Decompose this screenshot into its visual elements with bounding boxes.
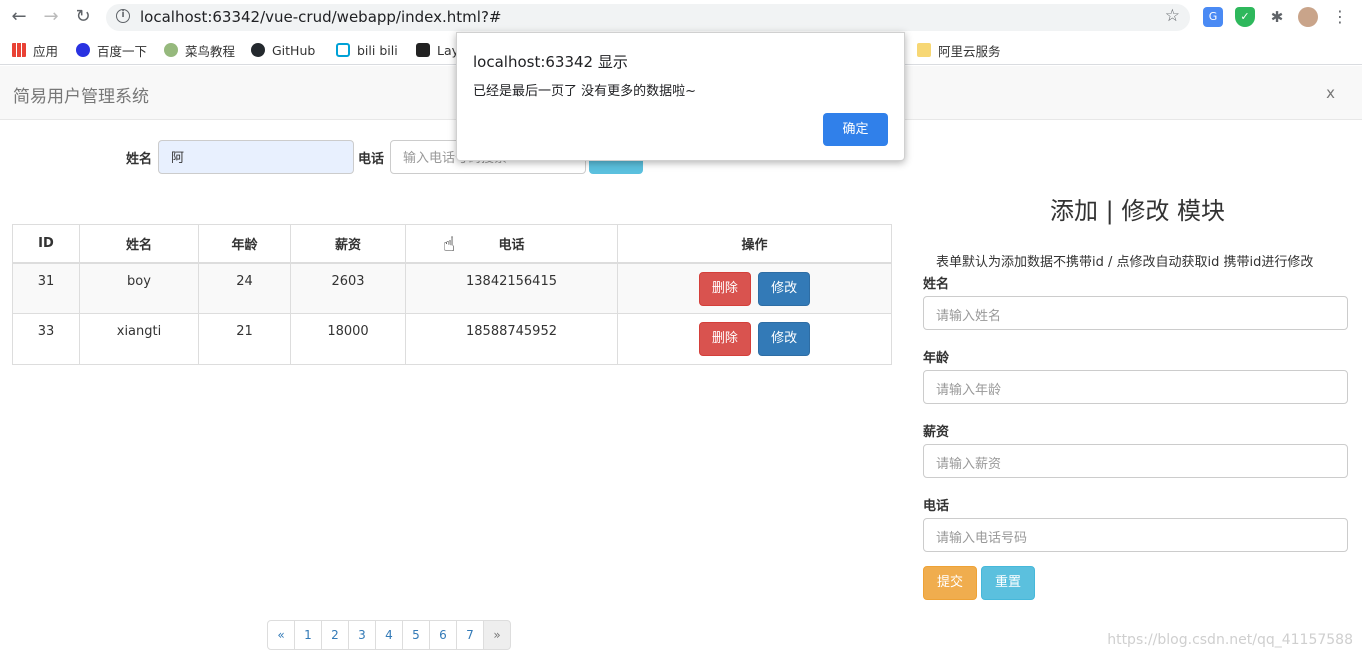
col-header-phone: 电话	[405, 224, 618, 264]
alert-dialog: localhost:63342 显示 已经是最后一页了 没有更多的数据啦~ 确定	[456, 32, 905, 161]
cell-age: 24	[198, 262, 291, 314]
col-header-salary: 薪资	[290, 224, 406, 264]
cell-salary: 2603	[290, 262, 406, 314]
edit-button[interactable]: 修改	[758, 271, 811, 306]
col-header-age: 年龄	[198, 224, 291, 264]
dialog-title: localhost:63342 显示	[473, 53, 628, 71]
app-brand[interactable]: 简易用户管理系统	[13, 82, 149, 107]
cell-actions: 删除 修改	[617, 262, 892, 314]
col-header-name: 姓名	[79, 224, 199, 264]
search-name-label: 姓名	[126, 152, 153, 167]
bookmark-label: 应用	[33, 43, 59, 59]
bookmark-label: 菜鸟教程	[185, 43, 236, 59]
watermark: https://blog.csdn.net/qq_41157588	[1107, 632, 1353, 648]
placeholder-text: 请输入年龄	[936, 383, 1002, 398]
bilibili-icon	[336, 43, 350, 57]
page-button-2[interactable]: 2	[321, 620, 349, 650]
placeholder-text: 请输入薪资	[936, 457, 1002, 472]
info-icon[interactable]: i	[116, 9, 130, 23]
close-button[interactable]: x	[1326, 84, 1335, 102]
col-header-actions: 操作	[617, 224, 892, 264]
bookmark-runoob[interactable]: 菜鸟教程	[164, 41, 235, 59]
cell-age: 21	[198, 313, 291, 365]
github-icon	[251, 43, 265, 57]
bookmark-star-icon[interactable]: ☆	[1165, 6, 1180, 26]
delete-button[interactable]: 删除	[698, 322, 751, 356]
extensions-puzzle-icon[interactable]: ✱	[1267, 7, 1287, 27]
dialog-message: 已经是最后一页了 没有更多的数据啦~	[473, 84, 697, 99]
hand-cursor-icon: ☝	[443, 232, 456, 256]
form-salary-input[interactable]: 请输入薪资	[923, 444, 1348, 478]
shield-extension-icon[interactable]: ✓	[1235, 7, 1255, 27]
runoob-icon	[164, 43, 178, 57]
address-bar[interactable]: i localhost:63342/vue-crud/webapp/index.…	[106, 4, 1190, 31]
bookmark-label: 阿里云服务	[938, 43, 1001, 59]
col-header-id: ID	[12, 224, 80, 264]
page-button-1[interactable]: 1	[294, 620, 322, 650]
url-text: localhost:63342/vue-crud/webapp/index.ht…	[140, 8, 502, 26]
placeholder-text: 请输入姓名	[936, 309, 1002, 324]
form-note: 表单默认为添加数据不携带id / 点修改自动获取id 携带id进行修改	[936, 255, 1314, 270]
form-phone-label: 电话	[923, 499, 950, 514]
layui-icon	[416, 43, 430, 57]
placeholder-text: 请输入电话号码	[936, 531, 1028, 546]
cell-name: xiangti	[79, 313, 199, 365]
table-row: 33 xiangti 21 18000 18588745952 删除 修改	[12, 313, 892, 365]
form-phone-input[interactable]: 请输入电话号码	[923, 518, 1348, 552]
form-salary-label: 薪资	[923, 425, 950, 440]
bookmark-bilibili[interactable]: bili bili	[336, 41, 398, 59]
page-prev-button[interactable]: «	[267, 620, 295, 650]
browser-toolbar: ← → ↻ i localhost:63342/vue-crud/webapp/…	[0, 0, 1362, 35]
cell-id: 33	[12, 313, 80, 365]
page-button-5[interactable]: 5	[402, 620, 430, 650]
delete-button[interactable]: 删除	[698, 271, 751, 306]
page-button-7[interactable]: 7	[456, 620, 484, 650]
apps-grid-icon	[12, 43, 26, 57]
baidu-paw-icon	[76, 43, 90, 57]
bookmark-baidu[interactable]: 百度一下	[76, 41, 147, 59]
search-name-input[interactable]: 阿	[158, 140, 354, 174]
dialog-ok-button[interactable]: 确定	[823, 113, 888, 146]
cell-phone: 18588745952	[405, 313, 618, 365]
table-row: 31 boy 24 2603 13842156415 删除 修改	[12, 262, 892, 314]
form-age-input[interactable]: 请输入年龄	[923, 370, 1348, 404]
folder-icon	[917, 43, 931, 57]
pagination: « 1 2 3 4 5 6 7 »	[267, 620, 511, 650]
bookmark-label: GitHub	[272, 42, 316, 58]
cell-salary: 18000	[290, 313, 406, 365]
translate-extension-icon[interactable]: G	[1203, 7, 1223, 27]
cell-actions: 删除 修改	[617, 313, 892, 365]
page-button-3[interactable]: 3	[348, 620, 376, 650]
edit-button[interactable]: 修改	[758, 322, 811, 356]
cell-name: boy	[79, 262, 199, 314]
form-name-label: 姓名	[923, 277, 950, 292]
bookmark-label: 百度一下	[97, 43, 148, 59]
form-submit-button[interactable]: 提交	[923, 566, 977, 600]
bookmark-label: bili bili	[357, 42, 398, 58]
search-name-value: 阿	[171, 151, 185, 166]
back-icon[interactable]: ←	[8, 6, 30, 28]
page-button-6[interactable]: 6	[429, 620, 457, 650]
cell-phone: 13842156415	[405, 262, 618, 314]
form-title: 添加 | 修改 模块	[1050, 197, 1225, 225]
bookmark-aliyun[interactable]: 阿里云服务	[917, 41, 1001, 59]
forward-icon[interactable]: →	[40, 6, 62, 28]
form-age-label: 年龄	[923, 351, 950, 366]
search-phone-label: 电话	[358, 152, 385, 167]
menu-kebab-icon[interactable]: ⋮	[1330, 7, 1350, 27]
bookmark-layui[interactable]: Lay	[416, 41, 459, 59]
reload-icon[interactable]: ↻	[72, 6, 94, 28]
profile-avatar[interactable]	[1298, 7, 1318, 27]
cell-id: 31	[12, 262, 80, 314]
page-next-button[interactable]: »	[483, 620, 511, 650]
bookmark-github[interactable]: GitHub	[251, 41, 315, 59]
page-button-4[interactable]: 4	[375, 620, 403, 650]
form-reset-button[interactable]: 重置	[981, 566, 1035, 600]
form-name-input[interactable]: 请输入姓名	[923, 296, 1348, 330]
bookmark-apps[interactable]: 应用	[12, 41, 58, 59]
